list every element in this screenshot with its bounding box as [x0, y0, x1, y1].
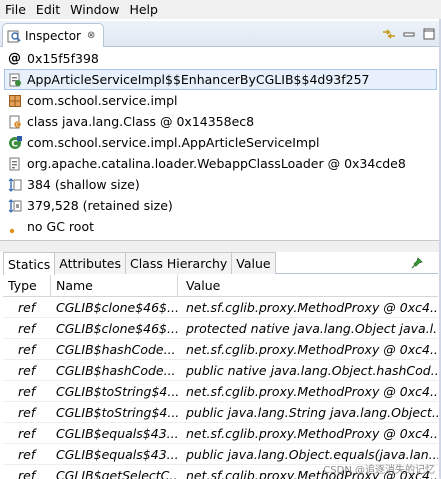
menu-bar: File Edit Window Help — [0, 0, 441, 19]
column-header-name[interactable]: Name — [51, 275, 178, 296]
class-object: class java.lang.Class @ 0x14358ec8 — [27, 114, 255, 129]
classloader-row[interactable]: org.apache.catalina.loader.WebappClassLo… — [0, 153, 441, 174]
cell-type: ref — [18, 383, 36, 399]
svg-text:C: C — [16, 122, 20, 128]
link-with-view-icon[interactable] — [381, 26, 397, 42]
cell-type: ref — [18, 404, 36, 420]
inspector-tab-label: Inspector — [25, 28, 81, 43]
class-name: AppArticleServiceImpl$$EnhancerByCGLIB$$… — [27, 72, 370, 87]
cell-value: public native java.lang.Object.hashCod..… — [186, 362, 438, 378]
tab-value[interactable]: Value — [231, 252, 276, 274]
class-object-row[interactable]: C class java.lang.Class @ 0x14358ec8 — [0, 111, 441, 132]
inspector-tab[interactable]: Inspector ⊗ — [2, 23, 104, 47]
cell-value: public java.lang.String java.lang.Object… — [186, 404, 438, 420]
shallow-size-row[interactable]: 384 (shallow size) — [0, 174, 441, 195]
tab-statics[interactable]: Statics — [3, 252, 56, 275]
table-row[interactable]: ref CGLIB$toString$4... public java.lang.S… — [3, 402, 438, 423]
menu-help[interactable]: Help — [124, 0, 163, 19]
cell-name: CGLIB$getSelectC... — [56, 467, 178, 479]
cell-name: CGLIB$clone$46$... — [56, 320, 178, 336]
table-row[interactable]: ref CGLIB$equals$43... net.sf.cglib.proxy.… — [3, 423, 438, 444]
superclass-name: com.school.service.impl.AppArticleServic… — [27, 135, 320, 150]
table-header: Type Name Value — [3, 275, 438, 297]
shallow-size-icon — [8, 177, 22, 192]
class-object-icon: C — [8, 115, 22, 129]
cell-type: ref — [18, 341, 36, 357]
tab-class-hierarchy[interactable]: Class Hierarchy — [124, 252, 233, 274]
classloader-icon — [8, 157, 22, 171]
gc-root-icon — [8, 220, 22, 234]
cell-name: CGLIB$equals$43... — [56, 446, 178, 462]
class-name-row[interactable]: AppArticleServiceImpl$$EnhancerByCGLIB$$… — [4, 69, 437, 90]
package-name: com.school.service.impl — [27, 93, 178, 108]
retained-size-row[interactable]: 379,528 (retained size) — [0, 195, 441, 216]
cell-name: CGLIB$clone$46$... — [56, 299, 178, 315]
cell-name: CGLIB$hashCode... — [56, 362, 176, 378]
pin-icon[interactable] — [410, 256, 424, 270]
cell-type: ref — [18, 362, 36, 378]
cell-value: net.sf.cglib.proxy.MethodProxy @ 0xc4... — [186, 341, 438, 357]
table-body: ref CGLIB$clone$46$... net.sf.cglib.proxy.… — [3, 297, 438, 479]
object-address-row[interactable]: @ 0x15f5f398 — [0, 48, 441, 69]
table-row[interactable]: ref CGLIB$hashCode... net.sf.cglib.proxy.M… — [3, 339, 438, 360]
superclass-row[interactable]: C com.school.service.impl.AppArticleServ… — [0, 132, 441, 153]
column-header-value[interactable]: Value — [178, 275, 438, 296]
inspector-details: @ 0x15f5f398 AppArticleServiceImpl$$Enha… — [0, 48, 441, 237]
object-address: 0x15f5f398 — [27, 51, 99, 66]
table-row[interactable]: ref CGLIB$clone$46$... protected native ja… — [3, 318, 438, 339]
cell-name: CGLIB$equals$43... — [56, 425, 178, 441]
cell-type: ref — [18, 467, 36, 479]
cell-name: CGLIB$toString$4... — [56, 383, 178, 399]
view-toolbar — [381, 26, 437, 42]
tab-attributes[interactable]: Attributes — [54, 252, 126, 274]
minimize-icon[interactable] — [401, 26, 417, 42]
cell-type: ref — [18, 320, 36, 336]
maximize-icon[interactable] — [421, 26, 437, 42]
gc-root-row[interactable]: no GC root — [0, 216, 441, 237]
shallow-size: 384 (shallow size) — [27, 177, 140, 192]
table-row[interactable]: ref CGLIB$clone$46$... net.sf.cglib.proxy.… — [3, 297, 438, 318]
cell-type: ref — [18, 446, 36, 462]
menu-file[interactable]: File — [0, 0, 31, 19]
cell-name: CGLIB$toString$4... — [56, 404, 178, 420]
menu-window[interactable]: Window — [65, 0, 124, 19]
cell-value: protected native java.lang.Object java.l… — [186, 320, 438, 336]
column-header-type[interactable]: Type — [3, 275, 51, 296]
view-tab-bar: Inspector ⊗ — [0, 21, 441, 47]
classloader-name: org.apache.catalina.loader.WebappClassLo… — [27, 156, 406, 171]
class-instance-icon — [8, 73, 22, 87]
cell-value: net.sf.cglib.proxy.MethodProxy @ 0xc4... — [186, 383, 438, 399]
superclass-icon: C — [8, 135, 22, 150]
package-row[interactable]: com.school.service.impl — [0, 90, 441, 111]
cell-value: net.sf.cglib.proxy.MethodProxy @ 0xc4... — [186, 425, 438, 441]
package-icon — [8, 94, 22, 108]
statics-table: Type Name Value ref CGLIB$clone$46$... net… — [3, 275, 438, 479]
watermark: CSDN @追逐消失的记忆 — [323, 465, 435, 476]
cell-type: ref — [18, 425, 36, 441]
cell-value: net.sf.cglib.proxy.MethodProxy @ 0xc4... — [186, 299, 438, 315]
retained-size: 379,528 (retained size) — [27, 198, 173, 213]
gc-root-status: no GC root — [27, 219, 94, 234]
cell-type: ref — [18, 299, 36, 315]
inspector-icon — [7, 29, 21, 43]
table-row[interactable]: ref CGLIB$hashCode... public native java.l… — [3, 360, 438, 381]
menu-edit[interactable]: Edit — [31, 0, 65, 19]
detail-tabs: Statics Attributes Class Hierarchy Value — [3, 252, 438, 275]
close-icon[interactable]: ⊗ — [87, 30, 95, 41]
address-icon: @ — [8, 51, 21, 66]
cell-name: CGLIB$hashCode... — [56, 341, 176, 357]
pane-splitter[interactable] — [0, 240, 441, 252]
retained-size-icon — [8, 198, 22, 213]
table-row[interactable]: ref CGLIB$toString$4... net.sf.cglib.proxy… — [3, 381, 438, 402]
